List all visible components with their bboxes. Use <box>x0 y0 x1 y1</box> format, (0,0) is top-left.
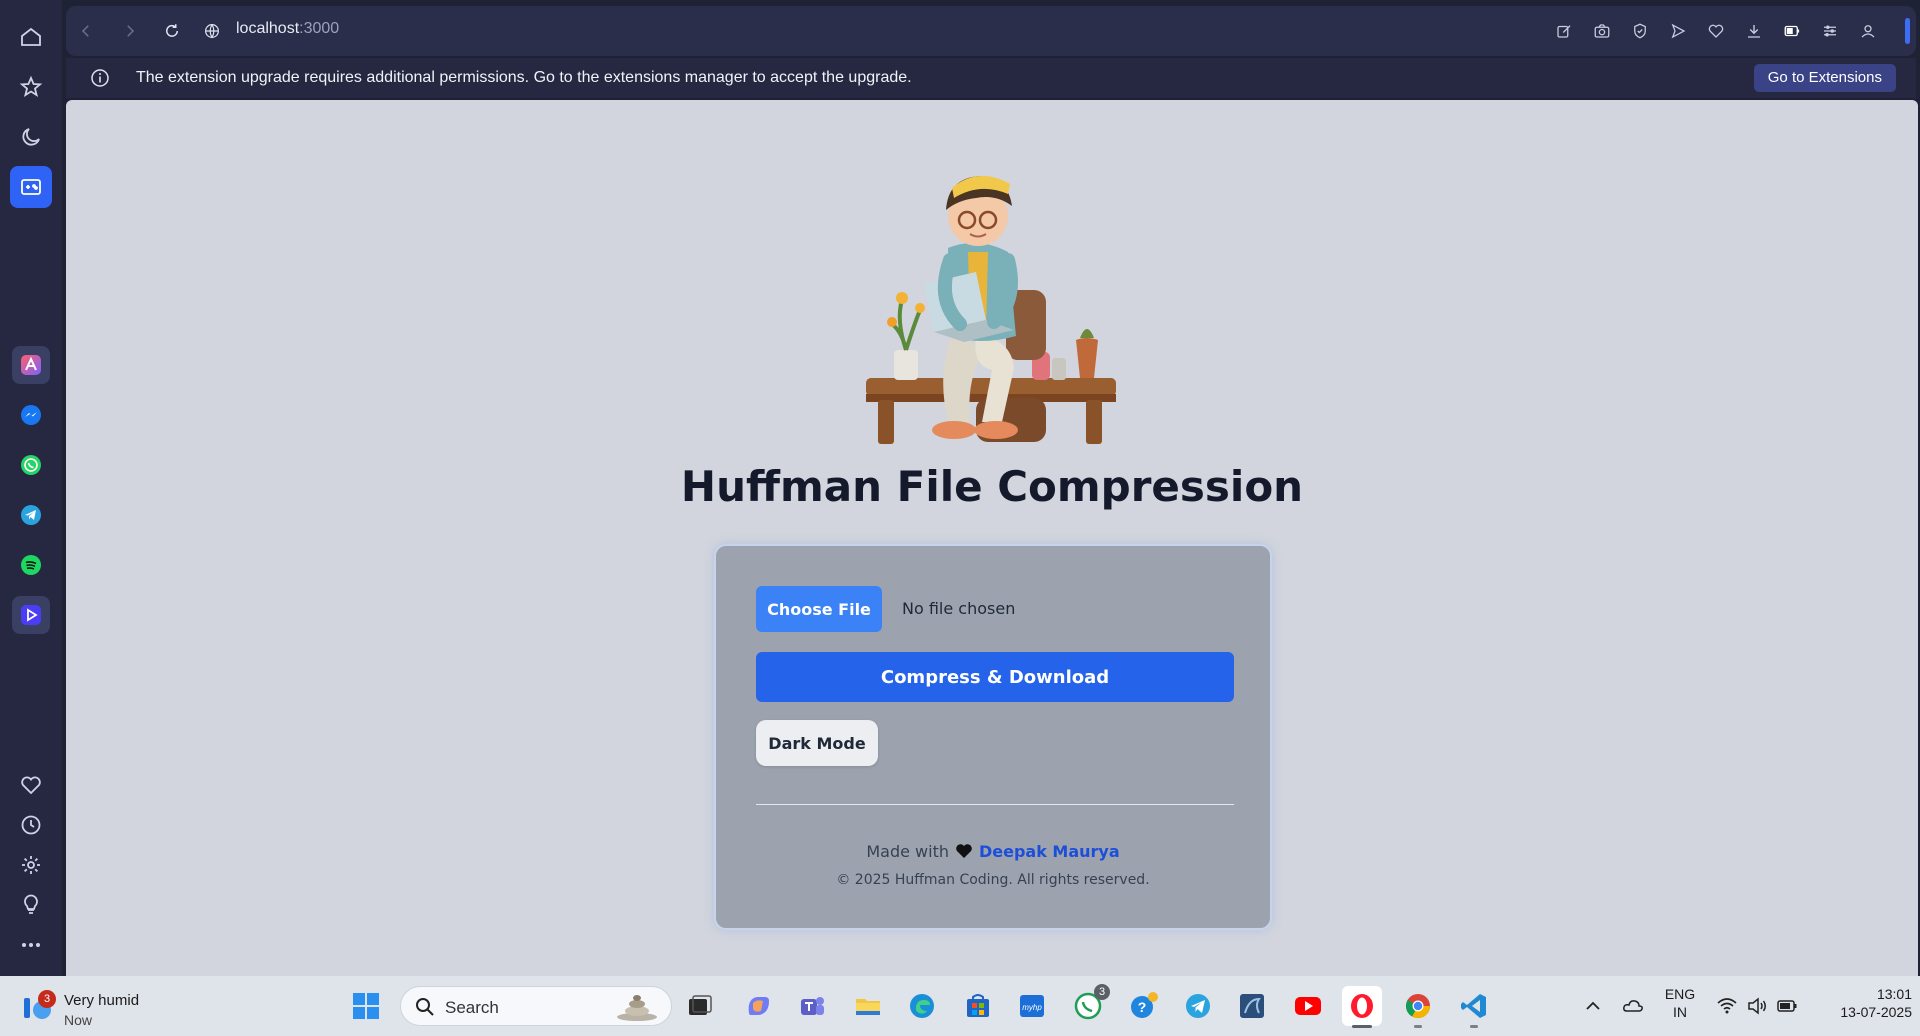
chrome-icon[interactable] <box>1398 986 1438 1028</box>
chevron-up-icon[interactable] <box>1582 995 1604 1017</box>
file-explorer-icon[interactable] <box>848 986 888 1026</box>
reload-icon[interactable] <box>160 19 184 43</box>
address-bar: localhost:3000 <box>66 6 1916 56</box>
edit-icon[interactable] <box>1552 19 1576 43</box>
microsoft-store-icon[interactable] <box>958 986 998 1026</box>
aria-app-icon[interactable] <box>12 346 50 384</box>
made-with-credit: Made with Deepak Maurya <box>716 842 1270 861</box>
mysql-workbench-icon[interactable] <box>1232 986 1272 1026</box>
compress-download-button[interactable]: Compress & Download <box>756 652 1234 702</box>
globe-icon[interactable] <box>200 19 224 43</box>
back-icon[interactable] <box>74 19 98 43</box>
shield-icon[interactable] <box>1628 19 1652 43</box>
weather-subtitle: Now <box>64 1012 93 1028</box>
url-host: localhost <box>236 20 300 37</box>
developer-illustration <box>866 175 1116 444</box>
spotify-icon[interactable] <box>12 546 50 584</box>
info-icon <box>91 69 109 87</box>
volume-icon[interactable] <box>1746 995 1768 1017</box>
language-line1: ENG <box>1664 986 1696 1002</box>
gamepad-icon[interactable] <box>10 166 52 208</box>
settings-gear-icon[interactable] <box>10 844 52 886</box>
notification-message: The extension upgrade requires additiona… <box>136 69 912 86</box>
card-divider <box>756 804 1234 805</box>
weather-widget[interactable]: 3 Very humid Now <box>20 984 170 1028</box>
more-options-icon[interactable] <box>10 924 52 966</box>
history-icon[interactable] <box>10 804 52 846</box>
page-title: Huffman File Compression <box>680 462 1304 511</box>
extension-notification-bar: The extension upgrade requires additiona… <box>66 58 1916 98</box>
battery-saver-icon[interactable] <box>1780 19 1804 43</box>
battery-icon[interactable] <box>1776 995 1798 1017</box>
messenger-icon[interactable] <box>12 396 50 434</box>
file-status-text: No file chosen <box>902 599 1016 618</box>
opera-taskbar-icon[interactable] <box>1342 986 1382 1028</box>
player-icon[interactable] <box>12 596 50 634</box>
whatsapp-badge: 3 <box>1094 984 1110 1000</box>
weather-badge: 3 <box>38 990 56 1008</box>
download-icon[interactable] <box>1742 19 1766 43</box>
favorite-heart-icon[interactable] <box>1704 19 1728 43</box>
compression-card: Choose File No file chosen Compress & Do… <box>714 544 1272 930</box>
made-with-text: Made with <box>866 842 949 861</box>
task-view-icon[interactable] <box>680 986 720 1026</box>
forward-icon[interactable] <box>118 19 142 43</box>
taskbar-search[interactable]: Search <box>400 986 672 1026</box>
telegram-taskbar-icon[interactable] <box>1178 986 1218 1026</box>
myhp-icon[interactable]: myhp <box>1012 986 1052 1026</box>
copilot-icon[interactable] <box>738 986 778 1026</box>
url-field[interactable]: localhost:3000 <box>236 20 339 38</box>
search-placeholder: Search <box>445 998 499 1017</box>
heart-icon[interactable] <box>10 764 52 806</box>
svg-text:myhp: myhp <box>1022 1003 1042 1012</box>
vscode-running-indicator <box>1470 1025 1478 1028</box>
clock-time: 13:01 <box>1876 986 1912 1002</box>
go-to-extensions-button[interactable]: Go to Extensions <box>1753 64 1896 92</box>
camera-icon[interactable] <box>1590 19 1614 43</box>
language-indicator[interactable]: ENG IN <box>1660 986 1700 1020</box>
choose-file-button[interactable]: Choose File <box>756 586 882 632</box>
whatsapp-taskbar-icon[interactable]: 3 <box>1068 984 1110 1026</box>
sidebar-scroll-indicator <box>1905 18 1910 44</box>
opera-running-indicator <box>1352 1025 1372 1028</box>
lightbulb-icon[interactable] <box>10 884 52 926</box>
author-link[interactable]: Deepak Maurya <box>979 842 1120 861</box>
clock[interactable]: 13:01 13-07-2025 <box>1812 986 1912 1020</box>
windows-taskbar: 3 Very humid Now Search myhp 3 ? ENG IN … <box>0 976 1920 1036</box>
wifi-icon[interactable] <box>1716 995 1738 1017</box>
clock-date: 13-07-2025 <box>1840 1004 1912 1020</box>
profile-icon[interactable] <box>1856 19 1880 43</box>
send-icon[interactable] <box>1666 19 1690 43</box>
youtube-icon[interactable] <box>1288 986 1328 1026</box>
windows-start-icon[interactable] <box>346 986 386 1026</box>
edge-icon[interactable] <box>902 986 942 1026</box>
chrome-running-indicator <box>1414 1025 1422 1028</box>
home-icon[interactable] <box>10 16 52 58</box>
vscode-icon[interactable] <box>1454 986 1494 1028</box>
moon-icon[interactable] <box>10 116 52 158</box>
page-viewport: Huffman File Compression Choose File No … <box>66 100 1918 976</box>
browser-sidebar <box>0 0 62 976</box>
dark-mode-button[interactable]: Dark Mode <box>756 720 878 766</box>
svg-text:?: ? <box>1138 999 1147 1015</box>
whatsapp-icon[interactable] <box>12 446 50 484</box>
heart-icon <box>956 844 972 858</box>
weather-title: Very humid <box>64 992 140 1009</box>
easy-setup-icon[interactable] <box>1818 19 1842 43</box>
help-icon[interactable]: ? <box>1124 986 1164 1026</box>
language-line2: IN <box>1673 1004 1687 1020</box>
telegram-icon[interactable] <box>12 496 50 534</box>
teams-icon[interactable] <box>792 986 832 1026</box>
onedrive-cloud-icon[interactable] <box>1622 995 1644 1017</box>
speed-dial-icon[interactable] <box>10 66 52 108</box>
url-port: :3000 <box>299 20 340 37</box>
search-highlight-icon <box>617 995 657 1021</box>
copyright-text: © 2025 Huffman Coding. All rights reserv… <box>836 872 1150 888</box>
search-icon <box>416 998 434 1016</box>
